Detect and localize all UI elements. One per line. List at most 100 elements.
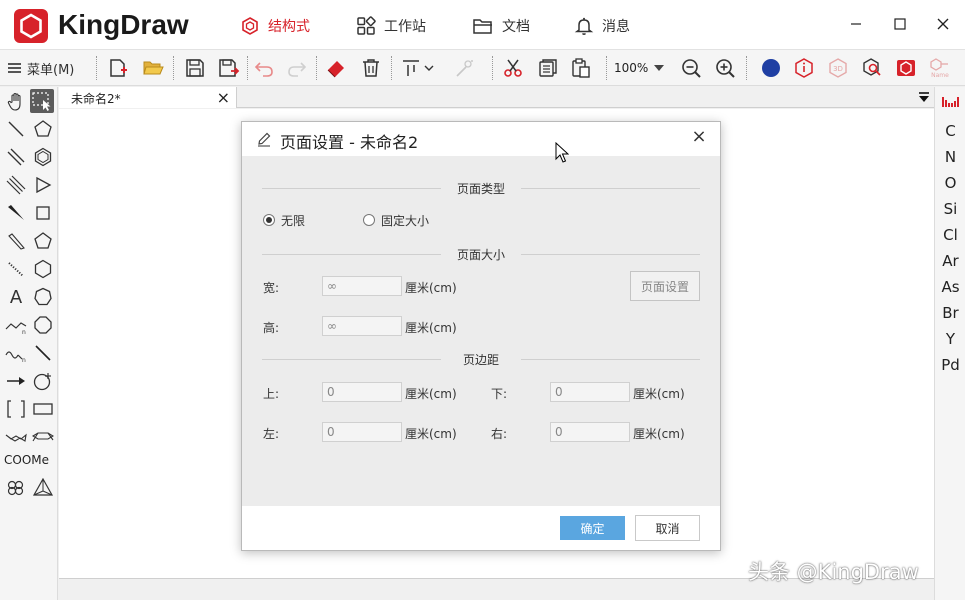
chair-tool[interactable] <box>4 425 28 449</box>
element-br[interactable]: Br <box>935 304 965 322</box>
pentagon-ring-tool[interactable] <box>31 117 55 141</box>
periodic-table-button[interactable] <box>935 95 965 113</box>
hexagon-tool[interactable] <box>31 257 55 281</box>
element-as[interactable]: As <box>935 278 965 296</box>
name-to-structure-button[interactable]: Name <box>927 55 953 81</box>
width-input[interactable] <box>322 276 402 296</box>
section-page-type: 页面类型 <box>262 180 700 196</box>
zoom-select[interactable]: 100% <box>614 57 672 79</box>
minimize-button[interactable] <box>841 10 871 38</box>
margin-top-input[interactable] <box>322 382 402 402</box>
redo-button[interactable] <box>284 55 310 81</box>
eraser-button[interactable] <box>323 55 349 81</box>
margin-top-label: 上: <box>263 387 280 401</box>
paste-button[interactable] <box>568 55 594 81</box>
pentagon-alt-tool[interactable] <box>31 229 55 253</box>
bell-icon <box>574 17 594 35</box>
page-setup-button[interactable]: 页面设置 <box>630 271 700 301</box>
margin-left-input[interactable] <box>322 422 402 442</box>
chain-tool[interactable]: n <box>4 313 28 337</box>
element-o[interactable]: O <box>935 174 965 192</box>
triple-bond-tool[interactable] <box>4 173 28 197</box>
bold-bond-tool[interactable] <box>4 229 28 253</box>
3d-button[interactable]: 3D <box>825 55 851 81</box>
maximize-button[interactable] <box>885 10 915 38</box>
hand-tool[interactable] <box>4 90 28 114</box>
copy-button[interactable] <box>535 55 561 81</box>
boat-tool[interactable] <box>31 425 55 449</box>
dialog-close-button[interactable]: × <box>690 128 708 146</box>
ok-button[interactable]: 确定 <box>560 516 625 540</box>
tab-structure[interactable]: 结构式 <box>240 14 310 38</box>
select-tool[interactable] <box>30 89 54 113</box>
zoom-in-button[interactable] <box>712 55 738 81</box>
tab-workstation[interactable]: 工作站 <box>356 14 426 38</box>
element-n[interactable]: N <box>935 148 965 166</box>
element-ar[interactable]: Ar <box>935 252 965 270</box>
wedge-bond-tool[interactable] <box>4 201 28 225</box>
wavy-chain-icon: n <box>5 351 26 363</box>
delete-button[interactable] <box>358 55 384 81</box>
magic-wand-button[interactable] <box>451 55 477 81</box>
zoom-out-button[interactable] <box>678 55 704 81</box>
chain-icon: n <box>5 322 27 335</box>
tetrahedron-tool[interactable] <box>31 476 55 500</box>
text-tool[interactable]: A <box>4 285 28 309</box>
divider <box>262 188 441 189</box>
line-tool[interactable] <box>31 341 55 365</box>
tab-messages[interactable]: 消息 <box>574 14 630 38</box>
close-tab-icon[interactable]: × <box>217 88 230 107</box>
search-structure-button[interactable] <box>859 55 885 81</box>
margin-bottom-label: 下: <box>491 387 508 401</box>
hashed-bond-tool[interactable] <box>4 257 28 281</box>
octagon-tool[interactable] <box>31 313 55 337</box>
hashed-bond-icon <box>8 262 24 277</box>
ai-button[interactable] <box>893 55 919 81</box>
cancel-button[interactable]: 取消 <box>635 515 700 541</box>
new-file-button[interactable] <box>105 55 131 81</box>
rectangle-tool[interactable] <box>31 397 55 421</box>
save-button[interactable] <box>182 55 208 81</box>
color-button[interactable] <box>758 55 784 81</box>
square-tool[interactable] <box>31 201 55 225</box>
paste-icon <box>572 58 590 78</box>
element-c[interactable]: C <box>935 122 965 140</box>
open-folder-button[interactable] <box>140 55 166 81</box>
arrow-tool[interactable] <box>4 369 28 393</box>
undo-button[interactable] <box>251 55 277 81</box>
element-cl[interactable]: Cl <box>935 226 965 244</box>
benzene-icon <box>34 147 52 167</box>
document-tab[interactable]: 未命名2* × <box>59 87 237 108</box>
wavy-chain-tool[interactable]: n <box>4 341 28 365</box>
scissors-icon <box>504 59 522 77</box>
wedge-bond-icon <box>8 205 24 220</box>
menu-button[interactable]: 菜单(M) <box>8 56 74 80</box>
double-bond-tool[interactable] <box>4 145 28 169</box>
radio-fixed-size[interactable]: 固定大小 <box>363 212 429 228</box>
template-tool[interactable] <box>4 476 28 500</box>
tab-documents[interactable]: 文档 <box>472 14 530 38</box>
triangle-tool[interactable] <box>31 173 55 197</box>
tab-list-dropdown-icon[interactable] <box>918 90 930 104</box>
square-icon <box>36 206 50 220</box>
section-margin: 页边距 <box>262 351 700 367</box>
element-pd[interactable]: Pd <box>935 356 965 374</box>
margin-right-input[interactable] <box>550 422 630 442</box>
save-as-button[interactable] <box>216 55 242 81</box>
cut-button[interactable] <box>500 55 526 81</box>
element-si[interactable]: Si <box>935 200 965 218</box>
benzene-ring-tool[interactable] <box>31 145 55 169</box>
close-window-button[interactable] <box>928 10 958 38</box>
height-input[interactable] <box>322 316 402 336</box>
bracket-tool[interactable] <box>4 397 28 421</box>
element-y[interactable]: Y <box>935 330 965 348</box>
heptagon-tool[interactable] <box>31 285 55 309</box>
functional-group-tool[interactable]: COOMe <box>4 453 49 467</box>
text-align-dropdown[interactable] <box>419 55 439 81</box>
toolbar-separator <box>316 56 317 80</box>
orbital-tool[interactable] <box>31 369 55 393</box>
margin-bottom-input[interactable] <box>550 382 630 402</box>
info-button[interactable] <box>791 55 817 81</box>
radio-unlimited[interactable]: 无限 <box>263 212 305 228</box>
single-bond-tool[interactable] <box>4 117 28 141</box>
